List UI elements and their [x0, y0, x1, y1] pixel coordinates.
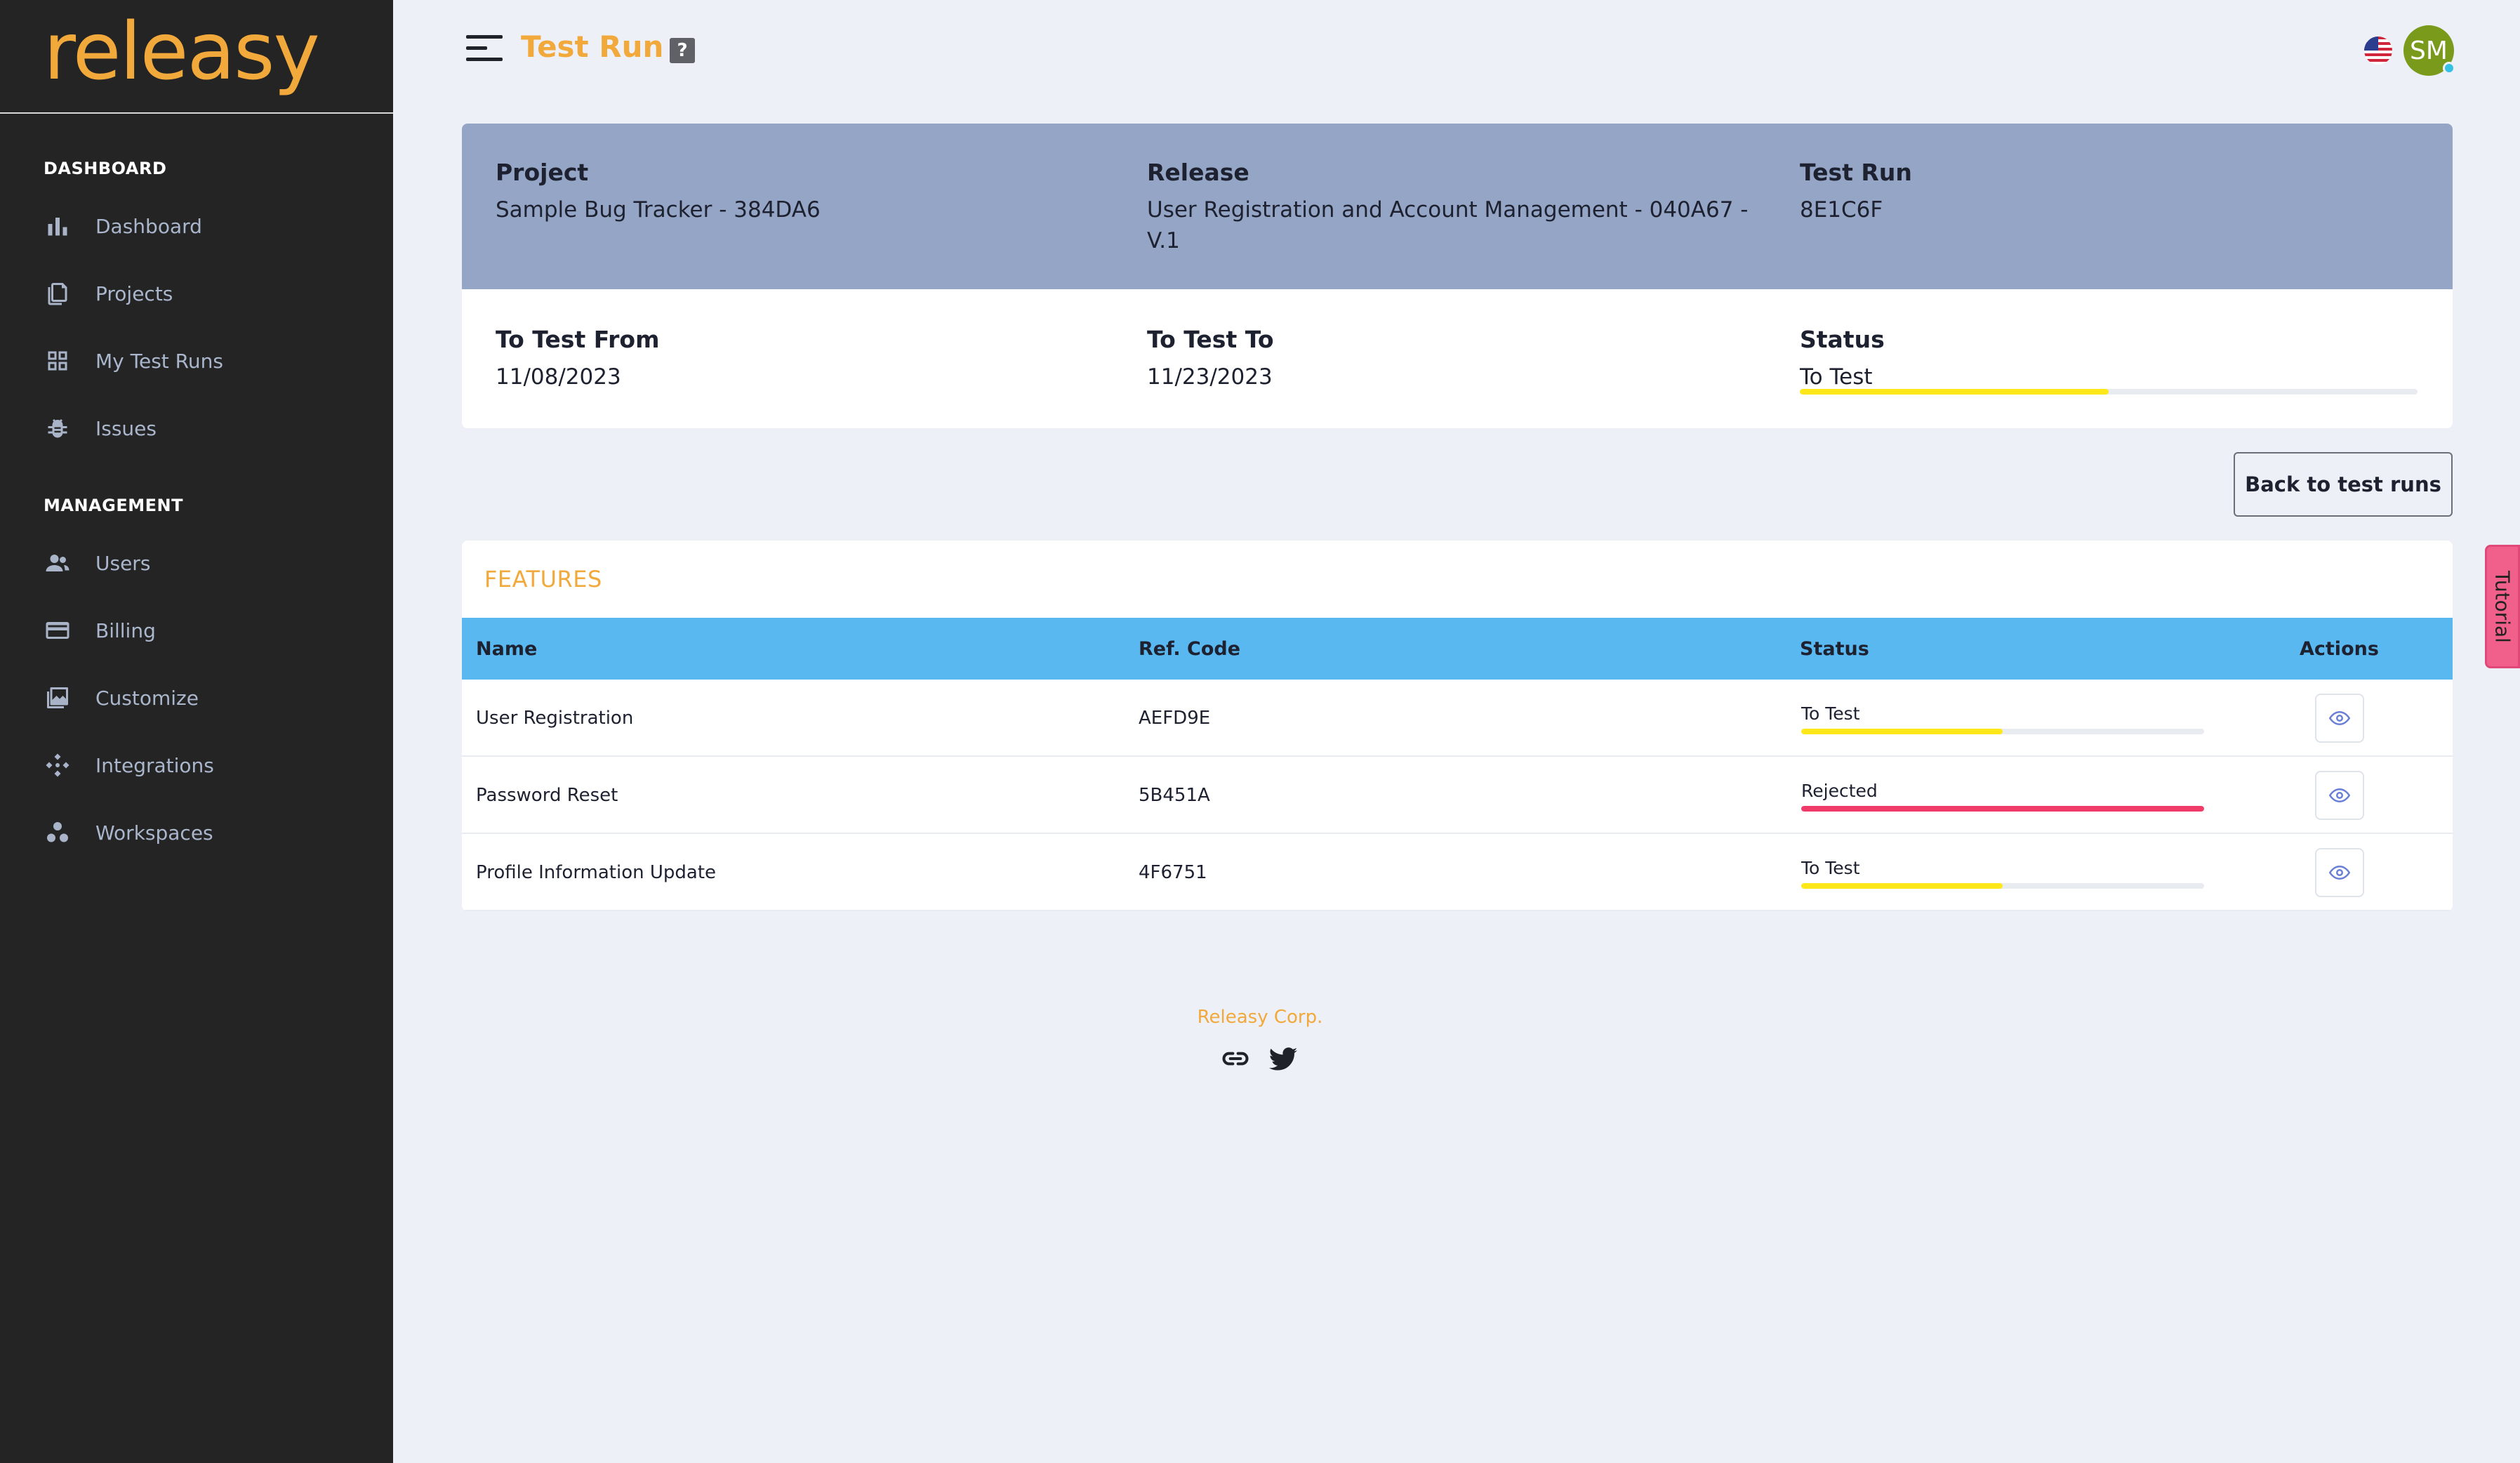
column-header-actions: Actions — [2300, 637, 2379, 660]
status-progress-fill — [1800, 389, 2109, 395]
back-to-test-runs-button[interactable]: Back to test runs — [2234, 452, 2453, 517]
sidebar-item-billing[interactable]: Billing — [44, 611, 366, 650]
sidebar-item-issues[interactable]: Issues — [44, 409, 366, 448]
project-value: Sample Bug Tracker - 384DA6 — [496, 197, 821, 223]
online-status-dot — [2443, 62, 2455, 74]
sidebar-item-label: Projects — [95, 282, 173, 305]
eye-icon — [2329, 788, 2350, 803]
table-row: User Registration AEFD9E To Test — [462, 680, 2453, 757]
feature-status-progress-bar — [1801, 806, 2204, 812]
sidebar-item-label: Dashboard — [95, 214, 202, 238]
workspaces-icon — [44, 819, 72, 847]
view-feature-button[interactable] — [2315, 771, 2364, 820]
table-row: Profile Information Update 4F6751 To Tes… — [462, 834, 2453, 911]
sidebar-item-integrations[interactable]: Integrations — [44, 746, 366, 785]
sidebar-item-label: My Test Runs — [95, 349, 223, 373]
feature-status-progress-bar — [1801, 883, 2204, 889]
integrations-icon — [44, 751, 72, 779]
test-run-value: 8E1C6F — [1800, 197, 1883, 223]
status-label: Status — [1800, 326, 1885, 353]
us-flag-icon[interactable] — [2364, 37, 2392, 65]
eye-icon — [2329, 865, 2350, 880]
section-title-management: MANAGEMENT — [44, 496, 183, 515]
status-progress-bar — [1800, 389, 2418, 395]
footer-company[interactable]: Releasy Corp. — [1123, 1007, 1397, 1028]
sidebar-item-customize[interactable]: Customize — [44, 678, 366, 717]
link-icon[interactable] — [1220, 1043, 1251, 1074]
feature-status-progress-bar — [1801, 729, 2204, 734]
sidebar-item-label: Integrations — [95, 753, 214, 777]
sidebar-item-my-test-runs[interactable]: My Test Runs — [44, 341, 366, 380]
feature-status: To Test — [1801, 703, 1860, 724]
sidebar: releasy DASHBOARD Dashboard Projects My … — [0, 0, 393, 1463]
feature-name: Profile Information Update — [476, 862, 717, 883]
view-feature-button[interactable] — [2315, 848, 2364, 897]
column-header-status: Status — [1800, 637, 1869, 660]
test-run-info: Test Run 8E1C6F — [1800, 159, 2432, 225]
feature-ref-code: 4F6751 — [1139, 862, 1207, 883]
to-test-from-value: 11/08/2023 — [496, 364, 621, 390]
section-title-dashboard: DASHBOARD — [44, 159, 167, 178]
sidebar-item-users[interactable]: Users — [44, 543, 366, 583]
logo[interactable]: releasy — [44, 13, 393, 91]
info-header: Project Sample Bug Tracker - 384DA6 Rele… — [462, 124, 2453, 289]
feature-status-progress-fill — [1801, 729, 2003, 734]
status-info: Status To Test — [1800, 326, 2432, 392]
feature-name: Password Reset — [476, 785, 618, 806]
hamburger-line — [466, 58, 503, 61]
bar-chart-icon — [44, 212, 72, 240]
sidebar-item-dashboard[interactable]: Dashboard — [44, 206, 366, 246]
to-test-to-value: 11/23/2023 — [1147, 364, 1273, 390]
logo-area: releasy — [0, 0, 393, 114]
feature-ref-code: 5B451A — [1139, 785, 1210, 806]
page-title: Test Run — [521, 29, 664, 64]
to-test-from-info: To Test From 11/08/2023 — [496, 326, 1127, 392]
project-info: Project Sample Bug Tracker - 384DA6 — [496, 159, 1127, 225]
bug-icon — [44, 414, 72, 442]
features-card: FEATURES Name Ref. Code Status Actions U… — [462, 541, 2453, 911]
feature-ref-code: AEFD9E — [1139, 708, 1211, 729]
sidebar-item-projects[interactable]: Projects — [44, 274, 366, 313]
eye-icon — [2329, 710, 2350, 726]
feature-status-progress-fill — [1801, 806, 2204, 812]
project-label: Project — [496, 159, 589, 186]
table-header: Name Ref. Code Status Actions — [462, 618, 2453, 680]
features-title: FEATURES — [484, 566, 602, 593]
feature-status-progress-fill — [1801, 883, 2003, 889]
sidebar-item-label: Users — [95, 551, 151, 575]
test-run-info-card: Project Sample Bug Tracker - 384DA6 Rele… — [462, 124, 2453, 428]
tutorial-tab[interactable]: Tutorial — [2485, 545, 2520, 668]
feature-status: To Test — [1801, 858, 1860, 878]
image-gallery-icon — [44, 684, 72, 712]
help-icon[interactable]: ? — [670, 38, 695, 63]
test-run-label: Test Run — [1800, 159, 1912, 186]
status-value: To Test — [1800, 364, 1873, 390]
documents-icon — [44, 279, 72, 307]
table-row: Password Reset 5B451A Rejected — [462, 757, 2453, 834]
release-info: Release User Registration and Account Ma… — [1147, 159, 1765, 256]
release-value: User Registration and Account Management… — [1147, 197, 1749, 253]
column-header-name: Name — [476, 637, 538, 660]
grid-icon — [44, 347, 72, 375]
sidebar-item-label: Workspaces — [95, 821, 213, 845]
sidebar-item-label: Customize — [95, 686, 199, 710]
hamburger-line — [466, 46, 487, 50]
to-test-to-info: To Test To 11/23/2023 — [1147, 326, 1779, 392]
feature-status: Rejected — [1801, 781, 1878, 801]
twitter-icon[interactable] — [1268, 1043, 1299, 1074]
sidebar-item-workspaces[interactable]: Workspaces — [44, 813, 366, 852]
users-icon — [44, 549, 72, 577]
view-feature-button[interactable] — [2315, 694, 2364, 743]
hamburger-line — [466, 35, 503, 39]
release-label: Release — [1147, 159, 1249, 186]
menu-toggle-button[interactable] — [466, 35, 503, 63]
to-test-from-label: To Test From — [496, 326, 660, 353]
credit-card-icon — [44, 616, 72, 644]
feature-name: User Registration — [476, 708, 634, 729]
sidebar-item-label: Issues — [95, 416, 157, 440]
tutorial-label: Tutorial — [2491, 570, 2514, 643]
column-header-ref-code: Ref. Code — [1139, 637, 1241, 660]
to-test-to-label: To Test To — [1147, 326, 1274, 353]
sidebar-item-label: Billing — [95, 618, 156, 642]
